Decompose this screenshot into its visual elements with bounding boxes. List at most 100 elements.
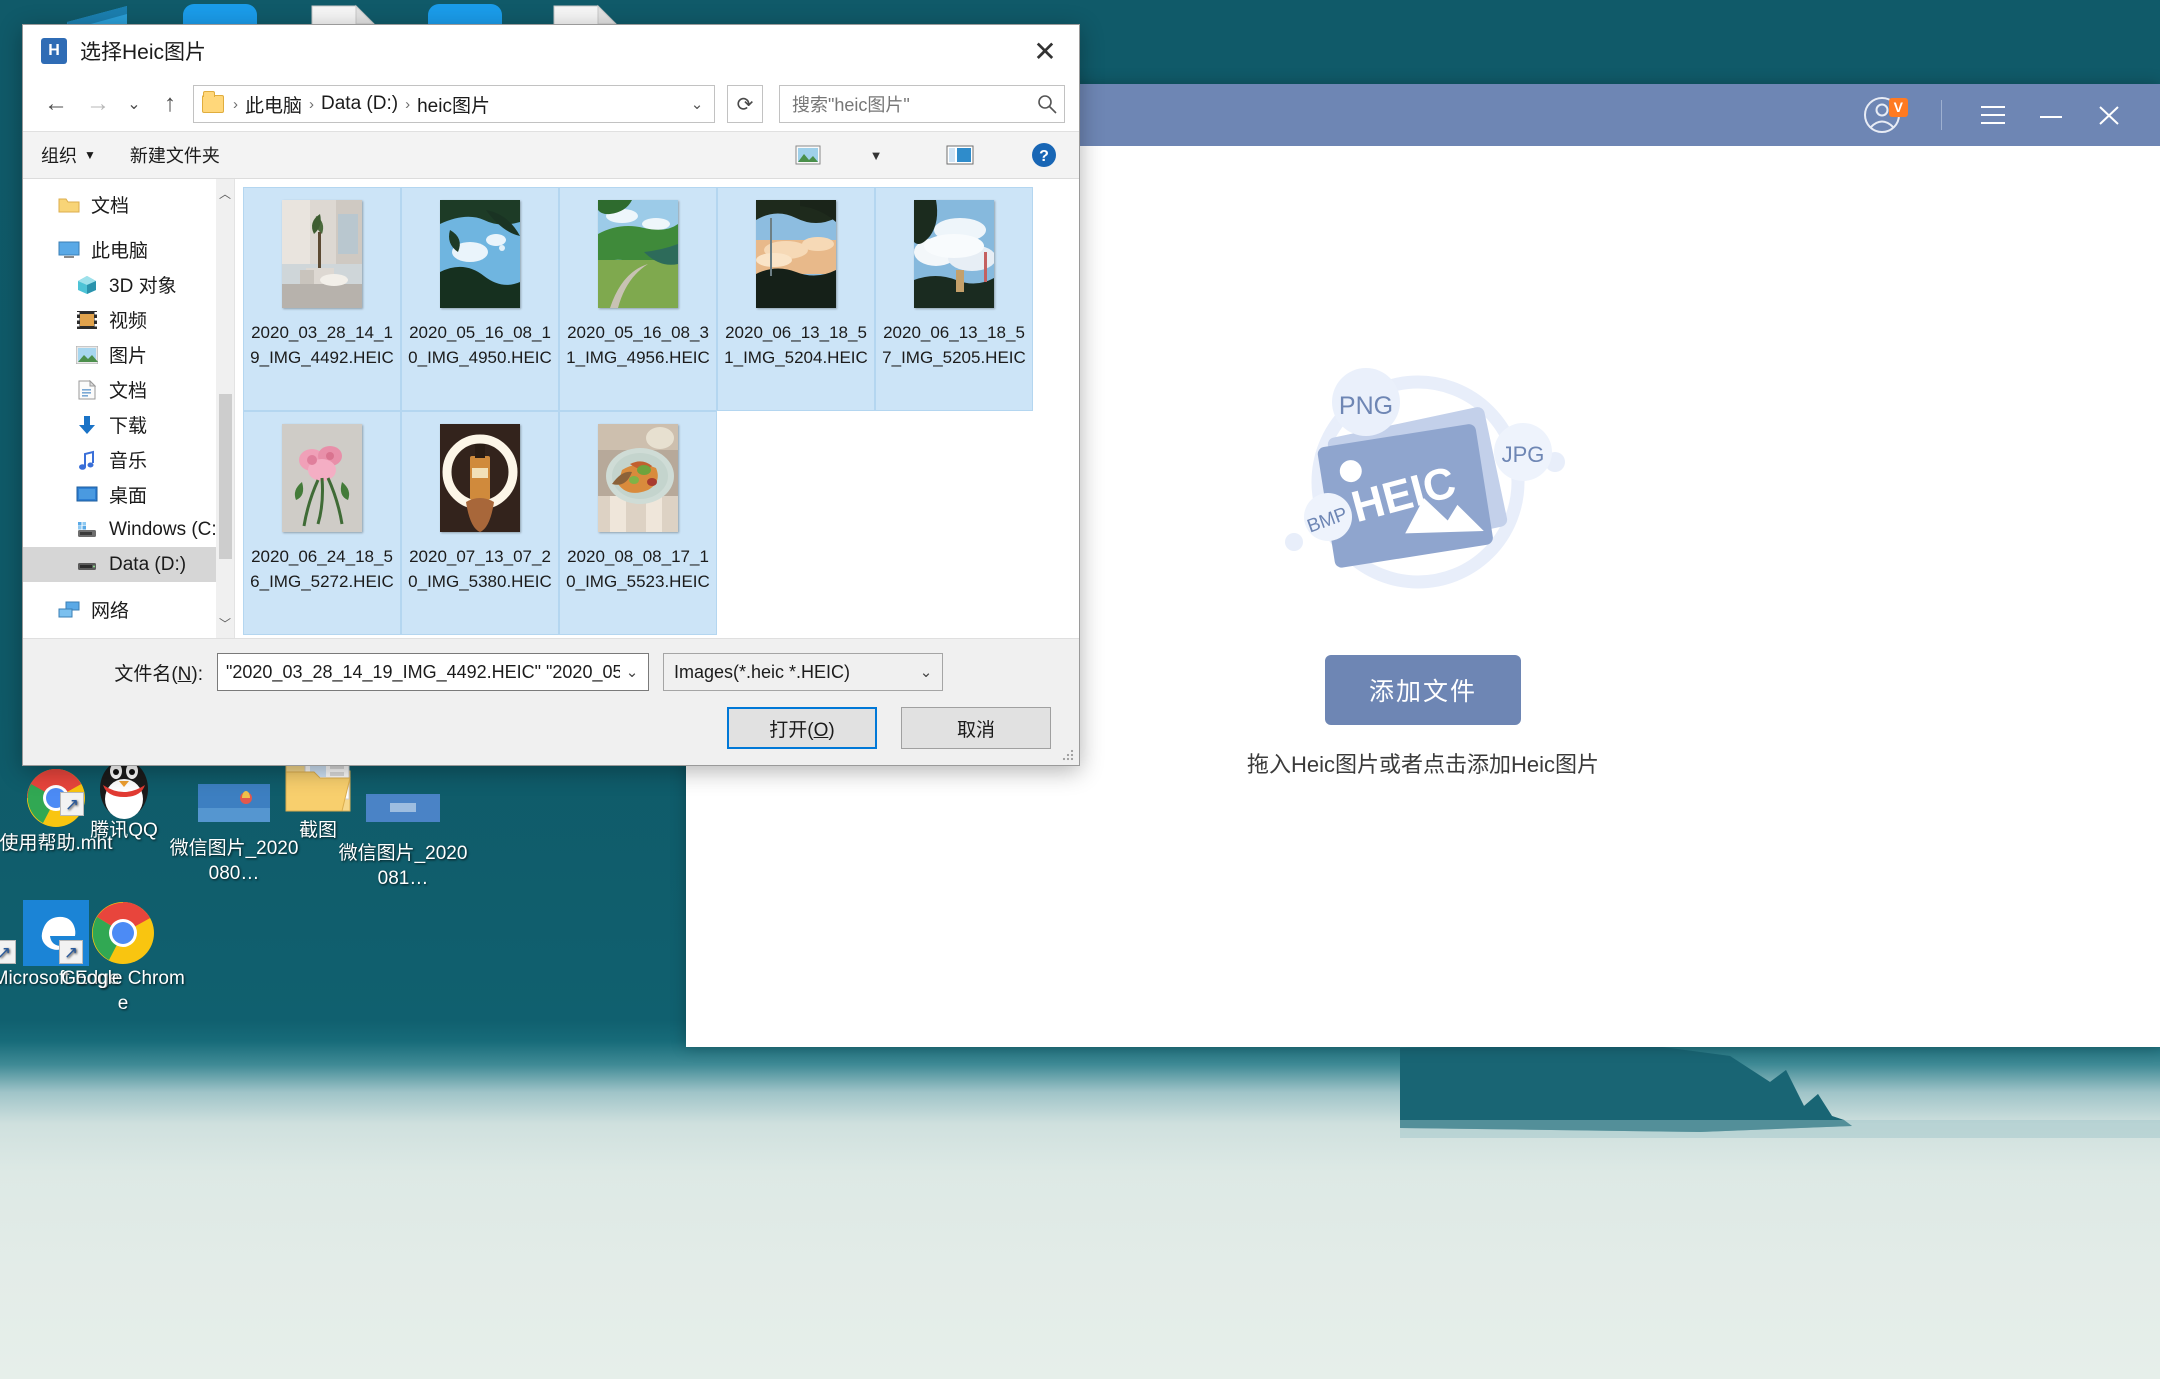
file-name: 2020_06_13_18_57_IMG_5205.HEIC bbox=[882, 323, 1026, 367]
open-button[interactable]: 打开(O) bbox=[727, 707, 877, 749]
bubble-png-label: PNG bbox=[1339, 392, 1393, 420]
file-item[interactable]: 2020_07_13_07_20_IMG_5380.HEIC bbox=[401, 411, 559, 635]
arrow-left-icon[interactable]: ← bbox=[37, 85, 75, 123]
file-name: 2020_06_24_18_56_IMG_5272.HEIC bbox=[250, 547, 394, 591]
videos-icon bbox=[75, 308, 99, 332]
sidebar-item-windows-c[interactable]: Windows (C:) bbox=[23, 512, 234, 547]
breadcrumb-item-heic-folder[interactable]: heic图片 bbox=[413, 91, 494, 118]
scroll-down-arrow-icon[interactable]: ﹀ bbox=[219, 615, 231, 638]
desktop-icon-label: Google Chrome bbox=[61, 968, 185, 1014]
desktop-icon bbox=[75, 483, 99, 507]
file-item[interactable]: 2020_05_16_08_31_IMG_4956.HEIC bbox=[559, 187, 717, 411]
file-item[interactable]: 2020_08_08_17_10_IMG_5523.HEIC bbox=[559, 411, 717, 635]
help-icon[interactable]: ? bbox=[1027, 140, 1061, 170]
breadcrumb-item-this-pc[interactable]: 此电脑 bbox=[241, 91, 306, 118]
sidebar-item-downloads[interactable]: 下载 bbox=[23, 407, 234, 442]
new-folder-button[interactable]: 新建文件夹 bbox=[130, 142, 220, 168]
file-list-pane[interactable]: 2020_03_28_14_19_IMG_4492.HEIC 2020_05_1… bbox=[235, 179, 1079, 638]
sidebar-item-network[interactable]: 网络 bbox=[23, 592, 234, 627]
preview-pane-icon[interactable] bbox=[943, 140, 977, 170]
file-name: 2020_05_16_08_31_IMG_4956.HEIC bbox=[566, 323, 710, 367]
chevron-down-icon[interactable]: ⌄ bbox=[121, 85, 147, 123]
drop-hint-text: 拖入Heic图片或者点击添加Heic图片 bbox=[1246, 752, 1600, 777]
hamburger-menu-icon[interactable] bbox=[1964, 90, 2022, 140]
minimize-icon[interactable] bbox=[2022, 90, 2080, 140]
search-icon bbox=[1038, 95, 1057, 114]
breadcrumb-separator: › bbox=[309, 95, 315, 113]
sidebar-item-pictures[interactable]: 图片 bbox=[23, 337, 234, 372]
dialog-title: 选择Heic图片 bbox=[80, 41, 207, 64]
file-thumbnail bbox=[598, 200, 678, 308]
shortcut-overlay-icon: ↗ bbox=[60, 792, 84, 816]
search-input[interactable]: 搜索"heic图片" bbox=[779, 85, 1065, 123]
sidebar-item-label: Windows (C:) bbox=[109, 518, 224, 540]
file-name: 2020_06_13_18_51_IMG_5204.HEIC bbox=[724, 323, 868, 367]
file-item[interactable]: 2020_06_13_18_51_IMG_5204.HEIC bbox=[717, 187, 875, 411]
downloads-icon bbox=[75, 413, 99, 437]
sidebar-item-this-pc[interactable]: 此电脑 bbox=[23, 232, 234, 267]
filename-label-text: 文件名(N): bbox=[114, 663, 203, 685]
file-type-select[interactable]: Images(*.heic *.HEIC) ⌄ bbox=[663, 653, 943, 691]
local-disk-icon bbox=[75, 518, 99, 542]
view-layout-icon[interactable] bbox=[791, 140, 825, 170]
dialog-body: 文档 此电脑 3D 对象 视频 图片 文档 下载 音乐 桌面 Windows (… bbox=[23, 179, 1079, 638]
app-badge-icon: H bbox=[41, 38, 67, 64]
sidebar-item-label: 图片 bbox=[109, 346, 148, 367]
organize-button[interactable]: 组织 ▼ bbox=[41, 142, 96, 168]
close-icon[interactable]: ✕ bbox=[1019, 28, 1071, 74]
breadcrumb[interactable]: › 此电脑 › Data (D:) › heic图片 ⌄ bbox=[193, 85, 715, 123]
titlebar-divider bbox=[1941, 100, 1942, 130]
file-name: 2020_08_08_17_10_IMG_5523.HEIC bbox=[566, 547, 710, 591]
resize-grip[interactable] bbox=[1061, 748, 1075, 762]
chevron-down-icon[interactable]: ⌄ bbox=[620, 663, 644, 681]
file-item[interactable]: 2020_03_28_14_19_IMG_4492.HEIC bbox=[243, 187, 401, 411]
arrow-right-icon[interactable]: → bbox=[79, 85, 117, 123]
file-thumbnail bbox=[440, 200, 520, 308]
chevron-down-icon[interactable]: ⌄ bbox=[682, 95, 712, 113]
arrow-up-icon[interactable]: ↑ bbox=[151, 85, 189, 123]
sidebar-item-label: 视频 bbox=[109, 311, 148, 332]
refresh-icon[interactable]: ⟳ bbox=[727, 85, 763, 123]
dialog-titlebar: H 选择Heic图片 ✕ bbox=[23, 25, 1079, 77]
wallpaper-headland bbox=[1400, 1020, 2160, 1280]
navigation-pane: 文档 此电脑 3D 对象 视频 图片 文档 下载 音乐 桌面 Windows (… bbox=[23, 179, 235, 638]
sidebar-item-label: Data (D:) bbox=[109, 553, 187, 575]
sidebar-item-music[interactable]: 音乐 bbox=[23, 442, 234, 477]
desktop-icon-chrome[interactable]: ↗ Google Chrome bbox=[57, 900, 189, 1016]
folder-icon bbox=[57, 193, 81, 217]
file-item[interactable]: 2020_05_16_08_10_IMG_4950.HEIC bbox=[401, 187, 559, 411]
dialog-navigation-bar: ← → ⌄ ↑ › 此电脑 › Data (D:) › heic图片 ⌄ ⟳ 搜… bbox=[23, 77, 1079, 131]
filename-value: "2020_03_28_14_19_IMG_4492.HEIC" "2020_0… bbox=[226, 661, 620, 682]
music-icon bbox=[75, 448, 99, 472]
vip-badge: V bbox=[1888, 98, 1908, 117]
add-file-button[interactable]: 添加文件 bbox=[1324, 655, 1521, 725]
sidebar-scrollbar-thumb[interactable] bbox=[219, 394, 232, 559]
close-icon[interactable] bbox=[2080, 90, 2138, 140]
desktop-icon-wechat-image-2[interactable]: 微信图片_2020081… bbox=[337, 775, 469, 891]
sidebar-item-3d-objects[interactable]: 3D 对象 bbox=[23, 267, 234, 302]
sidebar-item-label: 下载 bbox=[109, 416, 148, 437]
file-thumbnail bbox=[598, 424, 678, 532]
chevron-down-icon: ▼ bbox=[84, 148, 96, 162]
sidebar-item-data-d[interactable]: Data (D:) bbox=[23, 547, 234, 582]
user-avatar-icon[interactable]: V bbox=[1845, 90, 1919, 140]
file-thumbnail bbox=[282, 200, 362, 308]
sidebar-item-documents[interactable]: 文档 bbox=[23, 372, 234, 407]
sidebar-item-documents-quick[interactable]: 文档 bbox=[23, 187, 234, 222]
breadcrumb-separator: › bbox=[405, 95, 411, 113]
cancel-button[interactable]: 取消 bbox=[901, 707, 1051, 749]
bubble-jpg-label: JPG bbox=[1502, 442, 1545, 467]
breadcrumb-item-data-d[interactable]: Data (D:) bbox=[317, 93, 402, 115]
filename-input[interactable]: "2020_03_28_14_19_IMG_4492.HEIC" "2020_0… bbox=[217, 653, 649, 691]
breadcrumb-separator: › bbox=[233, 95, 238, 113]
view-chevron-down-icon[interactable]: ▼ bbox=[859, 140, 893, 170]
network-icon bbox=[57, 598, 81, 622]
scroll-up-arrow-icon[interactable]: ︿ bbox=[219, 179, 231, 202]
shortcut-overlay-icon: ↗ bbox=[0, 940, 16, 964]
sidebar-item-videos[interactable]: 视频 bbox=[23, 302, 234, 337]
sidebar-item-label: 3D 对象 bbox=[109, 276, 177, 297]
sidebar-item-label: 网络 bbox=[91, 601, 130, 622]
file-item[interactable]: 2020_06_24_18_56_IMG_5272.HEIC bbox=[243, 411, 401, 635]
sidebar-item-desktop[interactable]: 桌面 bbox=[23, 477, 234, 512]
file-item[interactable]: 2020_06_13_18_57_IMG_5205.HEIC bbox=[875, 187, 1033, 411]
